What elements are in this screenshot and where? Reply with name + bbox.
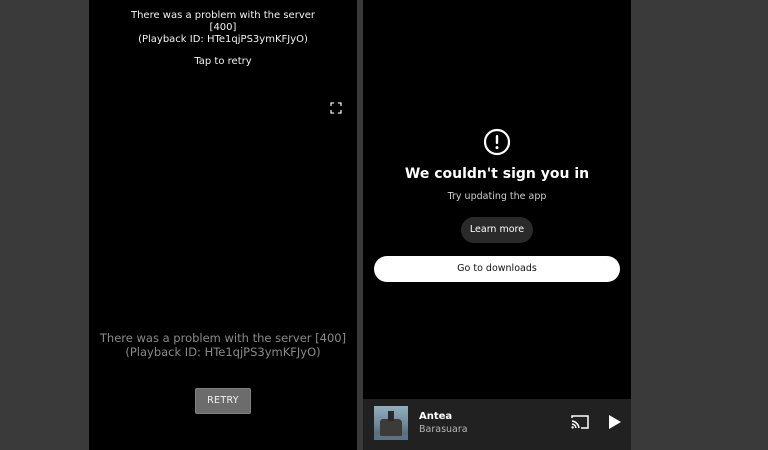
sign-in-error-title: We couldn't sign you in bbox=[404, 166, 590, 182]
mini-player[interactable]: Antea Barasuara bbox=[363, 399, 631, 450]
video-error-message: There was a problem with the server [400… bbox=[89, 10, 357, 46]
video-error-line-2: [400] bbox=[209, 22, 237, 33]
album-art-rock bbox=[380, 419, 402, 436]
album-art-tower bbox=[388, 411, 394, 421]
page-error-line-2: (Playback ID: HTe1qjPS3ymKFJyO) bbox=[125, 345, 321, 359]
track-artist: Barasuara bbox=[419, 424, 468, 435]
video-error-line-3: (Playback ID: HTe1qjPS3ymKFJyO) bbox=[138, 34, 308, 45]
right-phone-screen: We couldn't sign you in Try updating the… bbox=[363, 0, 631, 450]
tap-to-retry-link[interactable]: Tap to retry bbox=[89, 56, 357, 67]
learn-more-button[interactable]: Learn more bbox=[461, 217, 533, 243]
retry-button[interactable]: RETRY bbox=[195, 388, 251, 414]
album-art bbox=[374, 406, 408, 440]
play-icon[interactable] bbox=[608, 414, 622, 430]
sign-in-error-subtitle: Try updating the app bbox=[447, 191, 547, 202]
fullscreen-icon[interactable] bbox=[330, 99, 342, 114]
left-phone-screen: There was a problem with the server [400… bbox=[89, 0, 357, 450]
cast-icon[interactable] bbox=[571, 414, 589, 430]
track-title: Antea bbox=[419, 411, 453, 422]
video-error-line-1: There was a problem with the server bbox=[130, 10, 316, 21]
go-to-downloads-button[interactable]: Go to downloads bbox=[374, 256, 620, 282]
page-error-line-1: There was a problem with the server [400… bbox=[99, 331, 347, 345]
alert-circle-icon bbox=[483, 128, 511, 156]
screenshot-canvas: There was a problem with the server [400… bbox=[0, 0, 768, 450]
page-error-message: There was a problem with the server [400… bbox=[89, 331, 357, 359]
